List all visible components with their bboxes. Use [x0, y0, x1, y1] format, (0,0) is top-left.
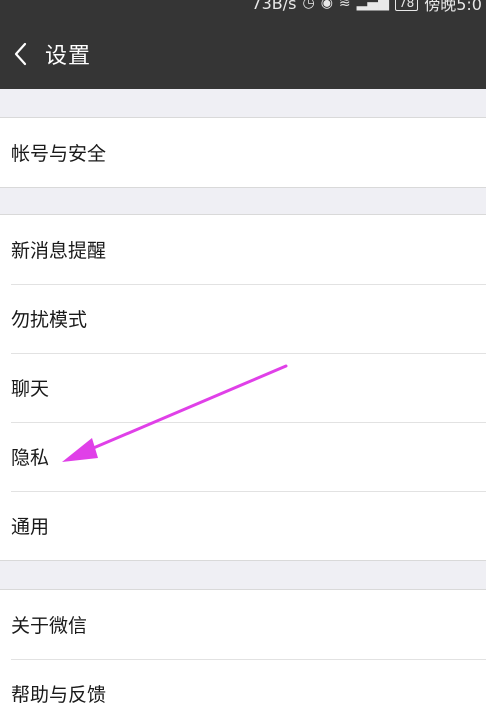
settings-item-label: 隐私 — [11, 447, 50, 469]
settings-item-label: 通用 — [11, 516, 50, 538]
header: 73B/s ◷ ◉ ≋ ▂▄▆ 78 傍晚5:0 设置 — [0, 0, 486, 89]
signal-icon: ▂▄▆ — [356, 0, 389, 11]
settings-screen: 73B/s ◷ ◉ ≋ ▂▄▆ 78 傍晚5:0 设置 帐号与安全 新消息提醒 … — [0, 0, 486, 714]
settings-item-general[interactable]: 通用 — [0, 491, 486, 560]
back-chevron-icon — [14, 42, 27, 65]
settings-item-do-not-disturb[interactable]: 勿扰模式 — [0, 284, 486, 353]
page-title: 设置 — [45, 43, 92, 69]
settings-item-label: 关于微信 — [11, 615, 88, 637]
settings-group-main: 新消息提醒 勿扰模式 聊天 隐私 通用 — [0, 214, 486, 561]
battery-icon: 78 — [394, 0, 419, 11]
settings-group-account: 帐号与安全 — [0, 117, 486, 188]
settings-item-label: 帮助与反馈 — [11, 684, 107, 706]
eye-icon: ◉ — [320, 0, 333, 11]
wifi-icon: ≋ — [338, 0, 351, 11]
status-bar: 73B/s ◷ ◉ ≋ ▂▄▆ 78 傍晚5:0 — [0, 0, 486, 18]
settings-group-about: 关于微信 帮助与反馈 — [0, 589, 486, 714]
clock-icon: ◷ — [302, 0, 315, 11]
clock-time: 傍晚5:0 — [424, 0, 482, 14]
network-speed: 73B/s — [251, 0, 297, 13]
settings-item-privacy[interactable]: 隐私 — [0, 422, 486, 491]
settings-item-help-feedback[interactable]: 帮助与反馈 — [0, 659, 486, 714]
status-icons: 73B/s ◷ ◉ ≋ ▂▄▆ 78 傍晚5:0 — [251, 0, 482, 15]
settings-item-new-message-alerts[interactable]: 新消息提醒 — [0, 215, 486, 284]
settings-item-account-security[interactable]: 帐号与安全 — [0, 118, 486, 187]
settings-item-about-wechat[interactable]: 关于微信 — [0, 590, 486, 659]
settings-item-label: 聊天 — [11, 378, 50, 400]
back-button[interactable] — [0, 18, 40, 89]
settings-item-label: 帐号与安全 — [11, 143, 107, 165]
title-bar: 设置 — [0, 18, 486, 89]
settings-item-label: 勿扰模式 — [11, 309, 88, 331]
settings-item-chats[interactable]: 聊天 — [0, 353, 486, 422]
settings-item-label: 新消息提醒 — [11, 240, 107, 262]
